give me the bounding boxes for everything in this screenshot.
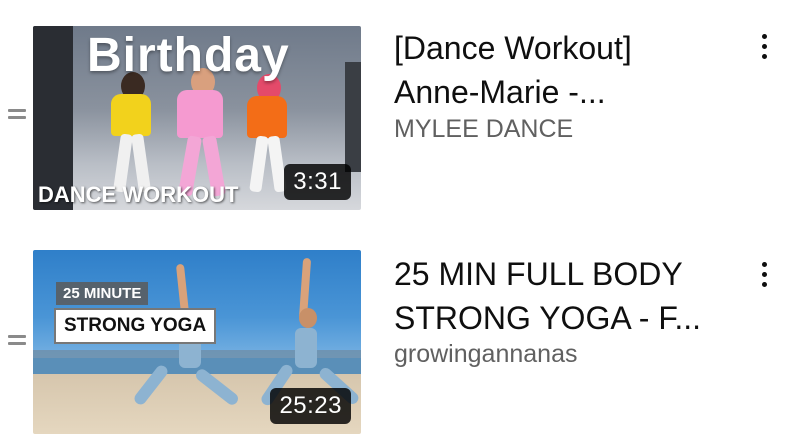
yogi-body [295,328,317,368]
playlist-item[interactable]: Birthday DANCE WORKOUT 3:31 [Dance Worko… [0,10,800,210]
video-thumbnail[interactable]: Birthday DANCE WORKOUT 3:31 [33,26,361,210]
thumbnail-caption-text: DANCE WORKOUT [38,182,239,207]
video-title[interactable]: 25 MIN FULL BODY STRONG YOGA - F... [394,252,724,340]
more-vert-icon[interactable] [758,34,770,64]
drag-handle-icon[interactable] [8,109,26,121]
thumbnail-tag: 25 MINUTE [56,282,149,305]
video-title-line: Anne-Marie -... [394,74,606,110]
video-thumbnail[interactable]: 25 MINUTE STRONG YOGA 25:23 [33,250,361,434]
video-title[interactable]: [Dance Workout] Anne-Marie -... [394,26,724,114]
channel-name: growingannanas [394,340,578,368]
playlist-item[interactable]: 25 MINUTE STRONG YOGA 25:23 25 MIN FULL … [0,236,800,436]
yogi-head [299,308,317,328]
video-title-line: 25 MIN FULL BODY [394,256,683,292]
duration-badge: 25:23 [270,388,351,424]
thumbnail-tag: STRONG YOGA [54,308,217,344]
duration-badge: 3:31 [284,164,351,200]
more-vert-icon[interactable] [758,262,770,292]
video-title-line: [Dance Workout] [394,30,632,66]
drag-handle-icon[interactable] [8,335,26,347]
thumbnail-door [345,62,361,172]
channel-name: MYLEE DANCE [394,115,574,143]
video-title-line: STRONG YOGA - F... [394,300,702,336]
thumbnail-title-text: Birthday [87,29,290,82]
